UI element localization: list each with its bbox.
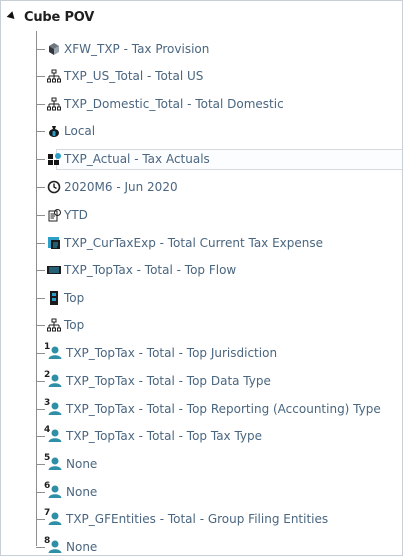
tree-branch-line: [36, 158, 45, 160]
intercompany-icon: [47, 318, 61, 332]
tree-item-ud5[interactable]: 5 None: [36, 453, 97, 475]
person-icon: 6: [44, 481, 63, 499]
cube-pov-header[interactable]: Cube POV: [6, 8, 94, 26]
tree-item-label: YTD: [64, 208, 88, 222]
tree-item-ud6[interactable]: 6 None: [36, 481, 97, 503]
tree-item-label: TXP_CurTaxExp - Total Current Tax Expens…: [64, 236, 324, 250]
tree-branch-line: [36, 518, 45, 520]
tree-item-label: XFW_TXP - Tax Provision: [64, 42, 210, 56]
index-number: 1: [44, 342, 51, 352]
tree-item-label: None: [66, 540, 98, 554]
account-icon: [47, 236, 61, 250]
index-number: 8: [44, 536, 51, 546]
person-icon: 8: [44, 536, 63, 554]
person-icon: 7: [44, 508, 63, 526]
index-number: 5: [44, 453, 51, 463]
tree-item-ud8[interactable]: 8 None: [36, 536, 98, 555]
tree-branch-line: [36, 435, 45, 437]
index-number: 4: [44, 425, 51, 435]
tree-item-label: TXP_Domestic_Total - Total Domestic: [64, 97, 284, 111]
tree-item-label: Top: [64, 318, 85, 332]
tree-item-ud3[interactable]: 3 TXP_TopTax - Total - Top Reporting (Ac…: [36, 398, 381, 420]
tree-branch-line: [36, 380, 45, 382]
person-icon: 2: [44, 370, 63, 388]
origin-icon: [47, 291, 61, 305]
tree-branch-line: [36, 408, 45, 410]
tree-branch-line: [36, 324, 45, 326]
tree-item-local[interactable]: Local: [36, 120, 95, 142]
cube-pov-panel: Cube POV XFW_TXP - Tax Provision TXP_US_…: [0, 0, 403, 556]
tree-item-intercompany[interactable]: Top: [36, 314, 84, 336]
person-icon: 4: [44, 425, 63, 443]
tree-branch-line: [36, 491, 45, 493]
tree-branch-line: [36, 214, 45, 216]
tree-branch-line: [36, 75, 45, 77]
cube-pov-title: Cube POV: [24, 9, 95, 25]
index-number: 3: [44, 398, 51, 408]
tree-branch-line: [36, 352, 45, 354]
tree-branch-line: [36, 269, 45, 271]
person-icon: 5: [44, 453, 63, 471]
person-icon: 1: [44, 342, 63, 360]
view-icon: [47, 208, 61, 222]
index-number: 2: [44, 370, 51, 380]
tree-item-label: TXP_Actual - Tax Actuals: [64, 152, 210, 166]
money-bag-icon: [47, 124, 61, 138]
tree-item-origin[interactable]: Top: [36, 287, 84, 309]
tree-item-us-total[interactable]: TXP_US_Total - Total US: [36, 65, 203, 87]
hierarchy-icon: [47, 69, 61, 83]
tree-item-label: None: [66, 457, 98, 471]
tree-item-label: TXP_TopTax - Total - Top Flow: [64, 263, 237, 277]
scenario-icon: [47, 152, 61, 166]
tree-branch-line: [36, 186, 45, 188]
tree-item-label: TXP_TopTax - Total - Top Data Type: [66, 374, 271, 388]
tree-item-label: Local: [64, 124, 96, 138]
tree-item-ud4[interactable]: 4 TXP_TopTax - Total - Top Tax Type: [36, 425, 262, 447]
clock-icon: [47, 180, 61, 194]
tree-item-ud2[interactable]: 2 TXP_TopTax - Total - Top Data Type: [36, 370, 271, 392]
index-number: 7: [44, 508, 51, 518]
tree-item-label: 2020M6 - Jun 2020: [64, 180, 178, 194]
tree-branch-line: [36, 48, 45, 50]
tree-branch-line: [36, 297, 45, 299]
tree-item-cube[interactable]: XFW_TXP - Tax Provision: [36, 38, 209, 60]
tree-item-label: None: [66, 485, 98, 499]
tree-item-label: TXP_TopTax - Total - Top Tax Type: [66, 429, 263, 443]
tree-item-label: Top: [64, 291, 85, 305]
tree-item-tax-actuals[interactable]: TXP_Actual - Tax Actuals: [36, 148, 210, 170]
tree-item-label: TXP_TopTax - Total - Top Jurisdiction: [66, 346, 278, 360]
tree-item-view[interactable]: YTD: [36, 204, 88, 226]
tree-item-flow[interactable]: TXP_TopTax - Total - Top Flow: [36, 259, 236, 281]
expand-arrow-icon[interactable]: [6, 11, 18, 22]
tree-branch-line: [36, 103, 45, 105]
tree-item-ud1[interactable]: 1 TXP_TopTax - Total - Top Jurisdiction: [36, 342, 277, 364]
tree-item-label: TXP_GFEntities - Total - Group Filing En…: [66, 512, 329, 526]
tree-branch-line: [36, 242, 45, 244]
tree-branch-line: [36, 546, 45, 548]
tree-item-account[interactable]: TXP_CurTaxExp - Total Current Tax Expens…: [36, 232, 323, 254]
tree-item-time[interactable]: 2020M6 - Jun 2020: [36, 176, 178, 198]
tree-branch-line: [36, 130, 45, 132]
tree-item-domestic-total[interactable]: TXP_Domestic_Total - Total Domestic: [36, 93, 284, 115]
person-icon: 3: [44, 398, 63, 416]
tree-item-label: TXP_US_Total - Total US: [64, 69, 204, 83]
tree-item-label: TXP_TopTax - Total - Top Reporting (Acco…: [66, 402, 381, 416]
hierarchy-icon: [47, 97, 61, 111]
tree-item-ud7[interactable]: 7 TXP_GFEntities - Total - Group Filing …: [36, 508, 328, 530]
index-number: 6: [44, 481, 51, 491]
tree-branch-line: [36, 463, 45, 465]
flow-icon: [47, 263, 61, 277]
cube-icon: [47, 42, 61, 56]
